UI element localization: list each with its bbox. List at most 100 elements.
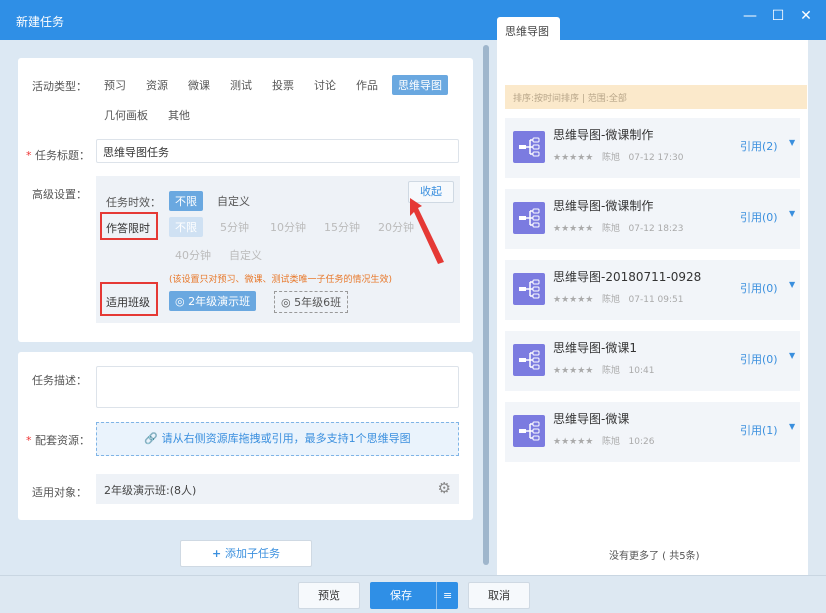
- title-bar: 新建任务 — ☐ ✕: [0, 0, 826, 40]
- activity-type-option[interactable]: 微课: [182, 75, 216, 95]
- class-label: 适用班级: [106, 296, 150, 309]
- cancel-button[interactable]: 取消: [468, 582, 530, 609]
- mindmap-icon: [513, 131, 545, 163]
- rating-stars: ★★★★★: [553, 366, 594, 376]
- activity-type-list: 预习 资源 微课 测试 投票 讨论 作品 思维导图几何画板 其他: [98, 75, 468, 135]
- resource-item[interactable]: 思维导图-微课制作 ★★★★★ 陈旭 07-12 18:23 引用(0) ▼: [505, 189, 800, 249]
- activity-type-option[interactable]: 作品: [350, 75, 384, 95]
- item-meta: ★★★★★ 陈旭 10:41: [553, 363, 654, 376]
- task-title-label: * 任务标题：: [26, 149, 90, 162]
- tab-mindmap[interactable]: 思维导图: [497, 17, 560, 41]
- link-icon: 🔗: [144, 432, 162, 445]
- chevron-down-icon[interactable]: ▼: [789, 422, 795, 431]
- rating-stars: ★★★★★: [553, 224, 594, 234]
- activity-type-option[interactable]: 几何画板: [98, 105, 154, 125]
- item-author: 陈旭: [601, 153, 620, 163]
- mindmap-icon: [513, 273, 545, 305]
- close-button[interactable]: ✕: [796, 8, 816, 24]
- resource-item[interactable]: 思维导图-微课 ★★★★★ 陈旭 10:26 引用(1) ▼: [505, 402, 800, 462]
- mindmap-icon: [513, 202, 545, 234]
- item-name: 思维导图-微课: [553, 412, 630, 426]
- task-title-input[interactable]: 思维导图任务: [96, 139, 459, 163]
- answer-limit-option[interactable]: 不限: [169, 217, 203, 237]
- time-option-custom[interactable]: 自定义: [211, 191, 256, 211]
- resource-item[interactable]: 思维导图-20180711-0928 ★★★★★ 陈旭 07-11 09:51 …: [505, 260, 800, 320]
- item-meta: ★★★★★ 陈旭 07-12 18:23: [553, 221, 684, 234]
- item-time: 07-11 09:51: [628, 295, 684, 305]
- answer-limit-option[interactable]: 5分钟: [214, 217, 255, 237]
- gear-icon[interactable]: ⚙: [438, 479, 451, 497]
- target-field[interactable]: 2年级演示班:(8人) ⚙: [96, 474, 459, 504]
- resource-item[interactable]: 思维导图-微课制作 ★★★★★ 陈旭 07-12 17:30 引用(2) ▼: [505, 118, 800, 178]
- details-card: 任务描述： * 配套资源： 🔗 请从右侧资源库拖拽或引用，最多支持1个思维导图 …: [18, 352, 473, 520]
- basic-settings-card: 活动类型： 预习 资源 微课 测试 投票 讨论 作品 思维导图几何画板 其他 * 任务标题： 思…: [18, 58, 473, 342]
- item-author: 陈旭: [601, 437, 620, 447]
- advanced-settings-panel: 任务时效： 不限 自定义 收起 作答限时 不限 5分钟 10分钟 15分钟 20…: [96, 176, 460, 323]
- answer-limit-option[interactable]: 40分钟: [169, 245, 217, 265]
- item-author: 陈旭: [601, 366, 620, 376]
- chevron-down-icon[interactable]: ▼: [789, 351, 795, 360]
- chevron-down-icon[interactable]: ▼: [789, 138, 795, 147]
- activity-type-option[interactable]: 预习: [98, 75, 132, 95]
- activity-type-option[interactable]: 讨论: [308, 75, 342, 95]
- time-limit-label: 任务时效：: [106, 196, 161, 209]
- item-time: 10:26: [628, 437, 655, 447]
- item-time: 07-12 18:23: [628, 224, 684, 234]
- eye-icon: ◎: [281, 296, 295, 309]
- window-title: 新建任务: [16, 15, 65, 29]
- resource-drop-zone[interactable]: 🔗 请从右侧资源库拖拽或引用，最多支持1个思维导图: [96, 422, 459, 456]
- preview-button[interactable]: 预览: [298, 582, 360, 609]
- add-subtask-button[interactable]: + 添加子任务: [180, 540, 312, 567]
- save-button[interactable]: 保存 ≡: [370, 582, 458, 609]
- activity-type-option[interactable]: 投票: [266, 75, 300, 95]
- reference-button[interactable]: 引用(0): [740, 209, 778, 225]
- item-name: 思维导图-微课制作: [553, 199, 654, 213]
- activity-type-option[interactable]: 测试: [224, 75, 258, 95]
- task-form-pane: 活动类型： 预习 资源 微课 测试 投票 讨论 作品 思维导图几何画板 其他 * 任务标题： 思…: [0, 40, 495, 575]
- description-input[interactable]: [96, 366, 459, 408]
- item-name: 思维导图-20180711-0928: [553, 270, 702, 284]
- chevron-down-icon[interactable]: ▼: [789, 280, 795, 289]
- item-name: 思维导图-微课制作: [553, 128, 654, 142]
- item-time: 07-12 17:30: [628, 153, 684, 163]
- activity-type-option[interactable]: 其他: [162, 105, 196, 125]
- item-author: 陈旭: [601, 295, 620, 305]
- answer-limit-option[interactable]: 自定义: [223, 245, 268, 265]
- item-time: 10:41: [628, 366, 655, 376]
- item-name: 思维导图-微课1: [553, 341, 637, 355]
- item-author: 陈旭: [601, 224, 620, 234]
- save-menu-icon[interactable]: ≡: [436, 582, 452, 609]
- item-meta: ★★★★★ 陈旭 07-12 17:30: [553, 150, 684, 163]
- reference-button[interactable]: 引用(2): [740, 138, 778, 154]
- item-meta: ★★★★★ 陈旭 07-11 09:51: [553, 292, 684, 305]
- description-label: 任务描述：: [32, 374, 87, 387]
- end-of-list-text: 没有更多了 ( 共5条): [609, 551, 700, 562]
- answer-limit-option[interactable]: 10分钟: [264, 217, 312, 237]
- answer-limit-option[interactable]: 15分钟: [318, 217, 366, 237]
- class-chip-selected[interactable]: ◎ 2年级演示班: [169, 291, 257, 311]
- chevron-down-icon[interactable]: ▼: [789, 209, 795, 218]
- resource-label: * 配套资源：: [26, 434, 90, 447]
- target-label: 适用对象：: [32, 486, 87, 499]
- reference-button[interactable]: 引用(0): [740, 280, 778, 296]
- advanced-settings-label: 高级设置：: [32, 188, 87, 201]
- activity-type-option[interactable]: 思维导图: [392, 75, 448, 95]
- eye-icon: ◎: [175, 295, 189, 308]
- mindmap-icon: [513, 415, 545, 447]
- footer-bar: 预览 保存 ≡ 取消: [0, 575, 826, 613]
- activity-type-option[interactable]: 资源: [140, 75, 174, 95]
- class-chip[interactable]: ◎ 5年级6班: [274, 291, 349, 313]
- reference-button[interactable]: 引用(1): [740, 422, 778, 438]
- rating-stars: ★★★★★: [553, 295, 594, 305]
- resource-item[interactable]: 思维导图-微课1 ★★★★★ 陈旭 10:41 引用(0) ▼: [505, 331, 800, 391]
- sort-filter-bar[interactable]: 排序:按时间排序 | 范围:全部: [505, 85, 807, 109]
- activity-type-label: 活动类型：: [32, 80, 87, 93]
- minimize-button[interactable]: —: [740, 8, 760, 24]
- scrollbar[interactable]: [483, 45, 489, 565]
- time-option-unlimited[interactable]: 不限: [169, 191, 203, 211]
- mindmap-icon: [513, 344, 545, 376]
- rating-stars: ★★★★★: [553, 437, 594, 447]
- maximize-button[interactable]: ☐: [768, 8, 788, 24]
- reference-button[interactable]: 引用(0): [740, 351, 778, 367]
- item-meta: ★★★★★ 陈旭 10:26: [553, 434, 654, 447]
